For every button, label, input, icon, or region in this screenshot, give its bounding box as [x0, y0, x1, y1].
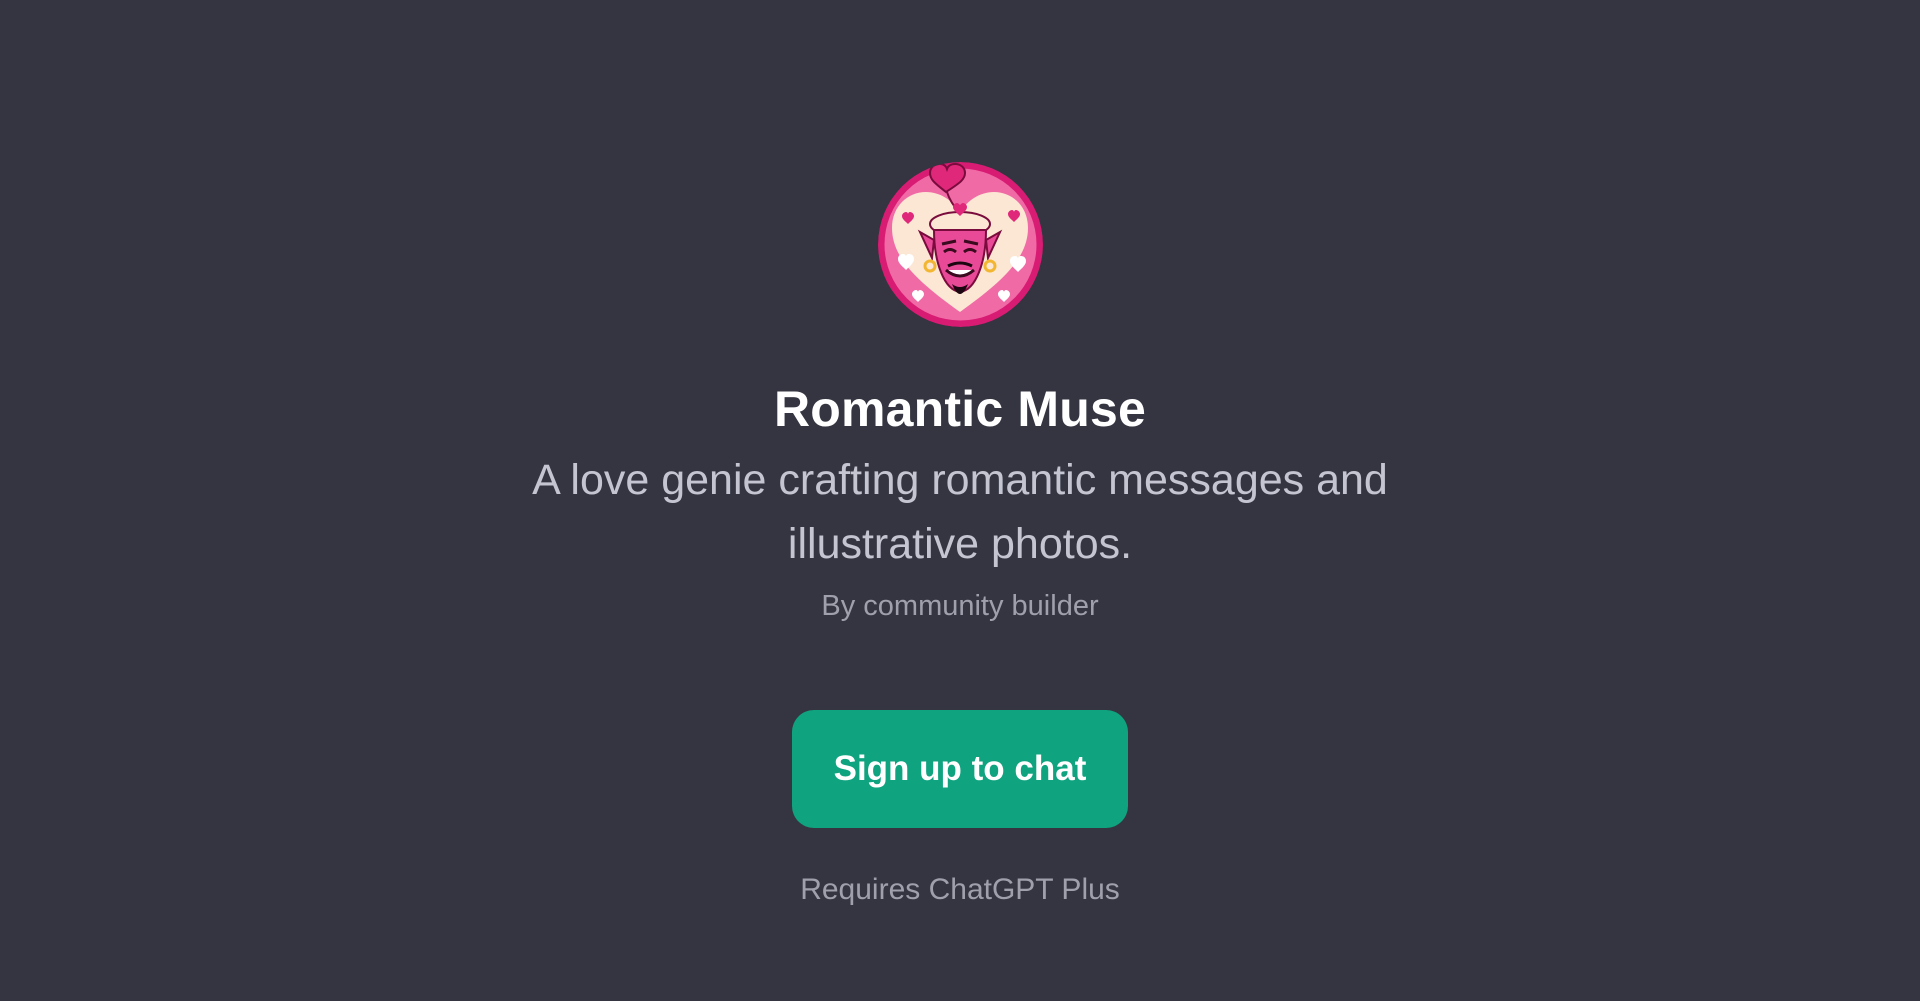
gpt-description: A love genie crafting romantic messages …: [532, 456, 1388, 568]
sign-up-to-chat-button[interactable]: Sign up to chat: [792, 710, 1128, 828]
love-genie-avatar-icon: [878, 162, 1043, 327]
gpt-byline: By community builder: [821, 590, 1099, 622]
requirement-note: Requires ChatGPT Plus: [800, 873, 1120, 906]
gpt-landing-page: Romantic Muse A love genie crafting roma…: [0, 0, 1920, 1001]
gpt-title: Romantic Muse: [773, 381, 1147, 437]
gpt-avatar: [878, 162, 1043, 327]
